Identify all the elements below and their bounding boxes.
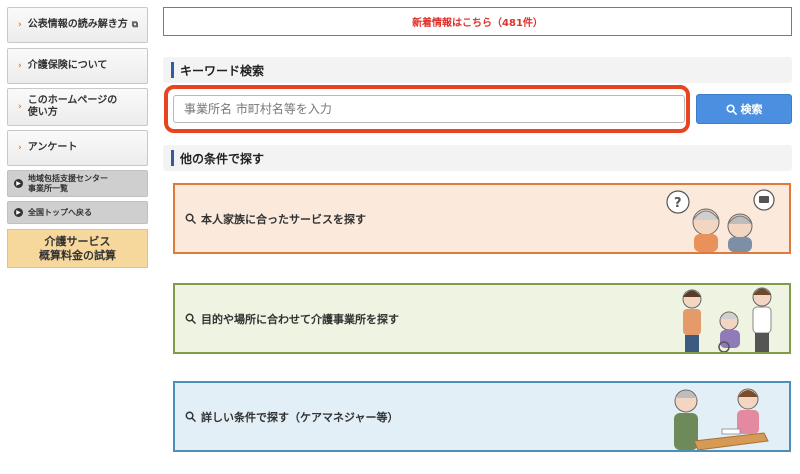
search-input[interactable] <box>173 95 685 123</box>
chevron-right-icon: › <box>18 102 22 112</box>
sidebar-item-how-to-use[interactable]: › このホームページの 使い方 <box>7 88 148 126</box>
sidebar-item-care-insurance[interactable]: › 介護保険について <box>7 48 148 84</box>
sidebar-link-national-top[interactable]: ▶ 全国トップへ戻る <box>7 201 148 224</box>
elderly-couple-illustration: ? <box>666 189 775 252</box>
news-banner-label: 新着情報はこちら（481件） <box>412 18 543 29</box>
search-icon <box>725 103 737 115</box>
sidebar-link-label-line2: 事業所一覧 <box>28 183 68 193</box>
card-label: 詳しい条件で探す（ケアマネジャー等） <box>201 410 399 424</box>
svg-text:?: ? <box>674 196 682 211</box>
arrow-circle-icon: ▶ <box>14 208 23 217</box>
sidebar-link-label: 地域包括支援センター 事業所一覧 <box>28 174 108 194</box>
search-icon <box>185 313 196 324</box>
external-link-icon: ⧉ <box>131 20 139 30</box>
care-fee-estimate-line2: 概算料金の試算 <box>39 248 116 262</box>
other-conditions-heading: 他の条件で探す <box>163 145 792 171</box>
sidebar-link-label: 全国トップへ戻る <box>28 207 92 217</box>
heading-bar <box>171 62 174 78</box>
search-icon <box>185 213 196 224</box>
sidebar-item-survey[interactable]: › アンケート <box>7 130 148 166</box>
news-banner-link[interactable]: 新着情報はこちら（481件） <box>163 7 792 36</box>
sidebar-link-community-centers[interactable]: ▶ 地域包括支援センター 事業所一覧 <box>7 170 148 197</box>
arrow-circle-icon: ▶ <box>14 179 23 188</box>
card-label: 目的や場所に合わせて介護事業所を探す <box>201 312 399 326</box>
card-label: 本人家族に合ったサービスを探す <box>201 212 366 226</box>
sidebar-item-label: 公表情報の読み解き方 <box>27 19 128 30</box>
search-button-label: 検索 <box>740 103 763 116</box>
sidebar-item-label: このホームページの 使い方 <box>28 95 118 119</box>
search-by-purpose-card[interactable]: 目的や場所に合わせて介護事業所を探す <box>173 283 791 354</box>
chevron-right-icon: › <box>18 61 22 71</box>
care-manager-illustration <box>674 388 769 450</box>
chevron-right-icon: › <box>18 143 22 153</box>
keyword-search-heading: キーワード検索 <box>163 57 792 83</box>
heading-bar <box>171 150 174 166</box>
sidebar-link-label-line1: 地域包括支援センター <box>28 173 108 183</box>
sidebar-item-label: 介護保険について <box>27 60 108 71</box>
sidebar-item-label-line2: 使い方 <box>27 107 58 118</box>
sidebar-item-label-line1: このホームページの <box>27 95 118 106</box>
search-by-family-card[interactable]: 本人家族に合ったサービスを探す ? <box>173 183 791 254</box>
sidebar-item-label: アンケート <box>27 142 78 153</box>
caregivers-illustration <box>682 287 772 352</box>
search-icon <box>185 411 196 422</box>
keyword-search-heading-label: キーワード検索 <box>180 63 265 78</box>
sidebar-item-public-info-guide[interactable]: › 公表情報の読み解き方 ⧉ <box>7 7 148 43</box>
chevron-right-icon: › <box>18 20 22 30</box>
other-conditions-heading-label: 他の条件で探す <box>180 151 265 166</box>
search-button[interactable]: 検索 <box>696 94 792 124</box>
detailed-search-card[interactable]: 詳しい条件で探す（ケアマネジャー等） <box>173 381 791 452</box>
care-fee-estimate-line1: 介護サービス <box>44 234 111 248</box>
care-fee-estimate-button[interactable]: 介護サービス 概算料金の試算 <box>7 229 148 268</box>
